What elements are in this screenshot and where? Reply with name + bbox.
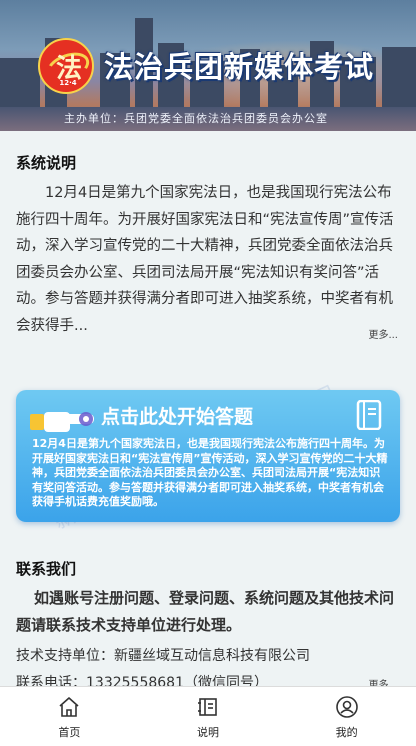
system-intro-text: 12月4日是第九个国家宪法日，也是我国现行宪法公布施行四十周年。为开展好国家宪法… xyxy=(16,185,394,334)
system-intro-heading: 系统说明 xyxy=(16,154,77,172)
tab-profile-label: 我的 xyxy=(335,726,358,739)
book-icon xyxy=(356,400,382,430)
user-icon xyxy=(335,696,358,718)
bottom-tab-bar: 首页 说明 我的 xyxy=(0,686,416,746)
start-quiz-description: 12月4日是第九个国家宪法日，也是我国现行宪法公布施行四十周年。为开展好国家宪法… xyxy=(32,437,388,508)
tab-home[interactable]: 首页 xyxy=(0,687,139,746)
banner-sponsor: 主办单位：兵团党委全面依法治兵团委员会办公室 xyxy=(64,112,328,125)
tab-instructions[interactable]: 说明 xyxy=(139,687,278,746)
pointing-hand-icon xyxy=(30,412,94,432)
tab-home-label: 首页 xyxy=(58,726,81,739)
document-icon xyxy=(198,698,217,716)
home-icon xyxy=(59,697,79,717)
start-quiz-button[interactable]: 点击此处开始答题 12月4日是第九个国家宪法日，也是我国现行宪法公布施行四十周年… xyxy=(16,390,400,522)
start-quiz-label: 点击此处开始答题 xyxy=(101,406,254,428)
tech-support-unit: 技术支持单位：新疆丝域互动信息科技有限公司 xyxy=(16,648,310,664)
contact-heading: 联系我们 xyxy=(16,560,77,578)
header-banner: 法 12·4 法治兵团新媒体考试 主办单位：兵团党委全面依法治兵团委员会办公室 xyxy=(0,0,416,131)
tab-profile[interactable]: 我的 xyxy=(277,687,416,746)
system-intro-more-link[interactable]: 更多... xyxy=(368,326,398,341)
contact-notice: 如遇账号注册问题、登录问题、系统问题及其他技术问题请联系技术支持单位进行处理。 xyxy=(16,589,395,634)
banner-title: 法治兵团新媒体考试 xyxy=(104,50,375,84)
emblem-logo: 法 12·4 xyxy=(38,38,94,94)
tab-instructions-label: 说明 xyxy=(197,726,219,739)
logo-subtext: 12·4 xyxy=(59,79,77,87)
